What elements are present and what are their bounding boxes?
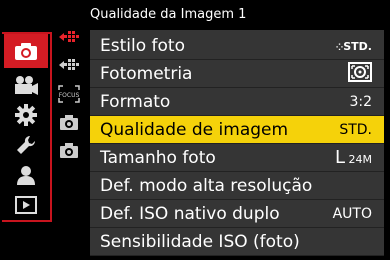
menu-item-label: Fotometria: [100, 63, 193, 84]
sub-tabs: FOCUS: [54, 26, 84, 166]
menu-item-value: AUTO: [332, 205, 372, 222]
tab-photo[interactable]: [4, 34, 48, 68]
photo-icon: [15, 43, 37, 60]
camera-icon-1: [60, 115, 78, 130]
menu-item-high-res[interactable]: Def. modo alta resolução: [90, 172, 384, 200]
wrench-icon: [17, 135, 36, 154]
menu-item-photo-size[interactable]: Tamanho foto L 24M: [90, 144, 384, 172]
user-icon: [17, 166, 35, 185]
subtab-quality-1[interactable]: [54, 26, 84, 50]
focus-icon: FOCUS: [58, 85, 80, 103]
menu-item-label: Qualidade de imagem: [100, 119, 289, 140]
tab-playback[interactable]: [0, 190, 52, 220]
menu-item-label: Sensibilidade ISO (foto): [100, 231, 300, 252]
menu-item-metering[interactable]: Fotometria: [90, 60, 384, 88]
menu-item-value: L 24M: [334, 147, 372, 168]
main-tabs: [0, 30, 52, 224]
playback-icon: [15, 196, 37, 214]
menu-item-photo-style[interactable]: Estilo foto ⁘STD.: [90, 32, 384, 60]
menu-list: Estilo foto ⁘STD. Fotometria Formato 3:2…: [90, 30, 384, 256]
menu-item-label: Estilo foto: [100, 35, 185, 56]
menu-item-image-quality[interactable]: Qualidade de imagem STD.: [90, 116, 384, 144]
menu-item-dual-iso[interactable]: Def. ISO nativo duplo AUTO: [90, 200, 384, 228]
subtab-quality-2[interactable]: [54, 54, 84, 78]
video-icon: [15, 76, 38, 95]
page-title: Qualidade da Imagem 1: [90, 7, 247, 22]
svg-text:FOCUS: FOCUS: [59, 92, 80, 99]
menu-item-value: 3:2: [349, 93, 372, 110]
menu-item-label: Def. ISO nativo duplo: [100, 203, 280, 224]
subtab-camera-2[interactable]: [54, 138, 84, 162]
menu-item-label: Formato: [100, 91, 171, 112]
subtab-focus[interactable]: FOCUS: [54, 82, 84, 106]
quality-icon: [59, 59, 79, 70]
tab-mymenu[interactable]: [0, 160, 52, 190]
subtab-camera-1[interactable]: [54, 110, 84, 134]
menu-item-value: STD.: [339, 121, 372, 138]
tab-setup[interactable]: [0, 130, 52, 160]
tab-video[interactable]: [0, 70, 52, 100]
menu-item-label: Def. modo alta resolução: [100, 175, 313, 196]
menu-item-value: ⁘STD.: [335, 39, 372, 53]
menu-item-aspect[interactable]: Formato 3:2: [90, 88, 384, 116]
gear-icon: [15, 104, 37, 126]
metering-icon: [348, 61, 372, 86]
menu-item-iso-sensitivity[interactable]: Sensibilidade ISO (foto): [90, 228, 384, 256]
tab-custom[interactable]: [0, 100, 52, 130]
quality-red-icon: [59, 31, 79, 42]
camera-icon-2: [60, 143, 78, 158]
menu-item-label: Tamanho foto: [100, 147, 216, 168]
